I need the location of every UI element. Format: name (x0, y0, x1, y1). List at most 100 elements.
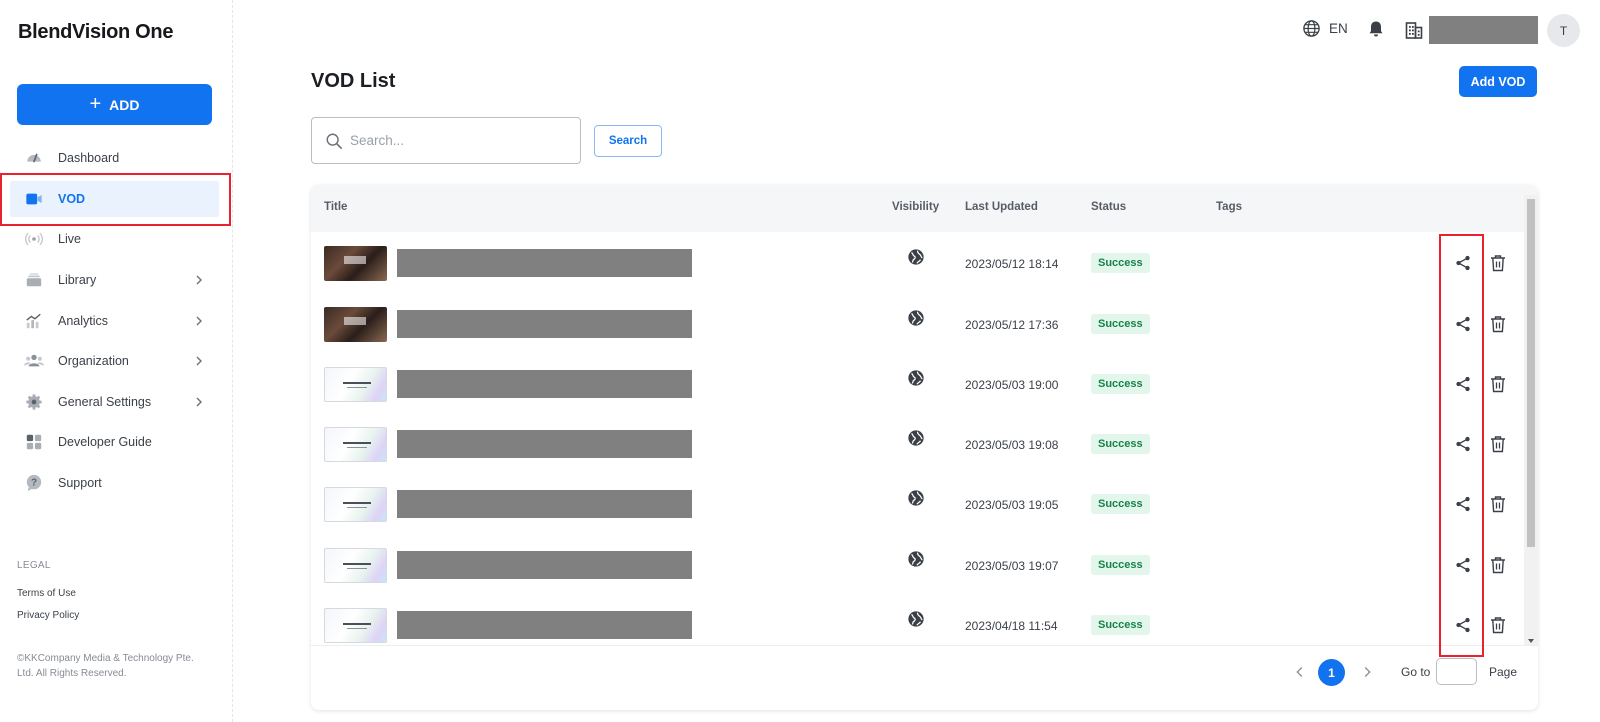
globe-icon (907, 489, 925, 507)
dashboard-gauge-icon (24, 148, 44, 168)
search-box[interactable] (311, 117, 581, 164)
privacy-link[interactable]: Privacy Policy (17, 610, 79, 621)
video-title-redacted[interactable] (397, 611, 692, 639)
column-status: Status (1091, 201, 1127, 213)
status-badge: Success (1091, 494, 1150, 514)
chevron-right-icon[interactable] (1358, 663, 1376, 681)
live-broadcast-icon (24, 229, 44, 249)
sidebar-item-label: VOD (58, 191, 86, 206)
share-icon[interactable] (1454, 375, 1472, 393)
trash-icon[interactable] (1490, 495, 1506, 513)
globe-icon (907, 248, 925, 266)
video-thumbnail[interactable] (324, 548, 387, 583)
avatar[interactable]: T (1547, 14, 1580, 47)
trash-icon[interactable] (1490, 315, 1506, 333)
bell-icon[interactable] (1366, 19, 1386, 39)
svg-text:?: ? (31, 478, 37, 489)
video-title-redacted[interactable] (397, 310, 692, 338)
globe-icon (907, 309, 925, 327)
sidebar-item-vod[interactable]: VOD (0, 179, 233, 220)
status-badge: Success (1091, 434, 1150, 454)
search-button[interactable]: Search (594, 125, 662, 157)
column-visibility: Visibility (892, 201, 940, 213)
trash-icon[interactable] (1490, 375, 1506, 393)
video-title-redacted[interactable] (397, 551, 692, 579)
table-row[interactable]: 2023/05/12 17:36 Success (311, 293, 1524, 355)
legal-heading: LEGAL (17, 560, 51, 571)
share-icon[interactable] (1454, 556, 1472, 574)
last-updated: 2023/05/03 19:00 (965, 378, 1059, 392)
sidebar-item-dashboard[interactable]: Dashboard (0, 138, 233, 179)
library-stack-icon (24, 270, 44, 290)
trash-icon[interactable] (1490, 616, 1506, 634)
video-title-redacted[interactable] (397, 430, 692, 458)
share-icon[interactable] (1454, 315, 1472, 333)
video-thumbnail[interactable] (324, 487, 387, 522)
status-badge: Success (1091, 253, 1150, 273)
globe-icon (907, 429, 925, 447)
column-tags: Tags (1216, 201, 1242, 213)
trash-icon[interactable] (1490, 254, 1506, 272)
share-icon[interactable] (1454, 616, 1472, 634)
trash-icon[interactable] (1490, 435, 1506, 453)
video-thumbnail[interactable] (324, 427, 387, 462)
grid-apps-icon (24, 432, 44, 452)
table-row[interactable]: 2023/04/18 11:54 Success (311, 594, 1524, 645)
chevron-right-icon (193, 274, 205, 286)
video-thumbnail[interactable] (324, 307, 387, 342)
video-title-redacted[interactable] (397, 490, 692, 518)
share-icon[interactable] (1454, 435, 1472, 453)
add-button-label: ADD (109, 96, 140, 113)
table-row[interactable]: 2023/05/03 19:00 Success (311, 353, 1524, 415)
table-row[interactable]: 2023/05/03 19:07 Success (311, 534, 1524, 596)
share-icon[interactable] (1454, 495, 1472, 513)
add-button[interactable]: + ADD (17, 84, 212, 125)
sidebar-item-label: General Settings (58, 394, 152, 409)
video-thumbnail[interactable] (324, 608, 387, 643)
sidebar-item-library[interactable]: Library (0, 260, 233, 301)
page-number-current[interactable]: 1 (1318, 659, 1345, 686)
goto-page-input[interactable] (1436, 658, 1477, 685)
app-logo[interactable]: BlendVision One (18, 21, 173, 44)
scrollbar-thumb[interactable] (1527, 199, 1535, 547)
last-updated: 2023/05/12 17:36 (965, 318, 1059, 332)
organization-name-redacted[interactable] (1429, 16, 1538, 44)
question-circle-icon: ? (24, 473, 44, 493)
column-last-updated: Last Updated (965, 201, 1038, 213)
video-title-redacted[interactable] (397, 249, 692, 277)
building-icon[interactable] (1404, 20, 1424, 40)
add-vod-button[interactable]: Add VOD (1459, 66, 1537, 97)
sidebar-item-developer-guide[interactable]: Developer Guide (0, 422, 233, 463)
search-input[interactable] (350, 133, 570, 148)
terms-link[interactable]: Terms of Use (17, 588, 76, 599)
video-title-redacted[interactable] (397, 370, 692, 398)
page-title: VOD List (311, 70, 396, 92)
sidebar-item-support[interactable]: ? Support (0, 463, 233, 504)
sidebar-item-label: Dashboard (58, 151, 120, 166)
chevron-left-icon[interactable] (1291, 663, 1309, 681)
share-icon[interactable] (1454, 254, 1472, 272)
sidebar-item-analytics[interactable]: Analytics (0, 300, 233, 341)
sidebar: BlendVision One + ADD Dashboard VOD Live Li… (0, 0, 233, 722)
video-thumbnail[interactable] (324, 367, 387, 402)
search-icon (326, 133, 343, 150)
table-scrollbar[interactable] (1524, 195, 1538, 645)
table-row[interactable]: 2023/05/03 19:05 Success (311, 473, 1524, 535)
last-updated: 2023/04/18 11:54 (965, 619, 1058, 633)
sidebar-item-organization[interactable]: Organization (0, 341, 233, 382)
sidebar-item-live[interactable]: Live (0, 219, 233, 260)
sidebar-item-label: Organization (58, 354, 129, 369)
table-row[interactable]: 2023/05/12 18:14 Success (311, 232, 1524, 294)
video-thumbnail[interactable] (324, 246, 387, 281)
table-row[interactable]: 2023/05/03 19:08 Success (311, 413, 1524, 475)
vod-table: Title Visibility Last Updated Status Tag… (311, 185, 1538, 710)
status-badge: Success (1091, 374, 1150, 394)
plus-icon: + (89, 92, 102, 115)
trash-icon[interactable] (1490, 556, 1506, 574)
globe-icon (907, 550, 925, 568)
language-switcher[interactable]: EN (1302, 19, 1348, 38)
page-label: Page (1489, 665, 1518, 679)
scroll-down-arrow-icon[interactable] (1528, 639, 1534, 643)
sidebar-item-general-settings[interactable]: General Settings (0, 382, 233, 423)
sidebar-item-label: Library (58, 273, 97, 288)
